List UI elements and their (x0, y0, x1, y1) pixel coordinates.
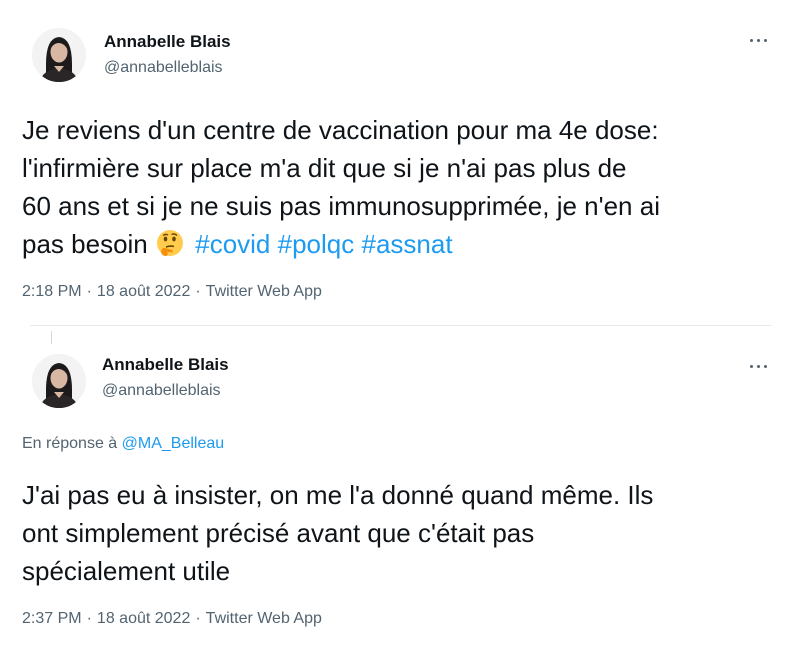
tweet-meta: 2:37 PM · 18 août 2022 · Twitter Web App (22, 610, 322, 628)
more-options-icon[interactable] (746, 30, 776, 50)
author-name[interactable]: Annabelle Blais (104, 32, 231, 52)
tweet-time[interactable]: 2:37 PM (22, 610, 82, 627)
tweet-text-line: l'infirmière sur place m'a dit que si je… (22, 153, 627, 183)
hashtag-link[interactable]: #covid (195, 229, 270, 259)
tweet-text: Je reviens d'un centre de vaccination po… (22, 111, 660, 263)
tweet-divider (30, 325, 772, 326)
hashtag-link[interactable]: #assnat (361, 229, 452, 259)
reply-context: En réponse à @MA_Belleau (22, 435, 224, 453)
tweet-time[interactable]: 2:18 PM (22, 283, 82, 300)
tweet-text-line: 60 ans et si je ne suis pas immunosuppri… (22, 191, 660, 221)
meta-separator: · (195, 610, 201, 627)
meta-separator: · (195, 283, 201, 300)
tweet-date[interactable]: 18 août 2022 (97, 610, 190, 627)
meta-separator: · (86, 610, 92, 627)
tweet-1[interactable]: Annabelle Blais @annabelleblais Je revie… (0, 0, 800, 328)
tweet-text-line: Je reviens d'un centre de vaccination po… (22, 115, 659, 145)
reply-prefix: En réponse à (22, 435, 118, 452)
thinking-face-emoji (155, 228, 185, 258)
hashtag-link[interactable]: #polqc (278, 229, 355, 259)
more-options-icon[interactable] (746, 356, 776, 376)
tweet-text: J'ai pas eu à insister, on me l'a donné … (22, 476, 653, 590)
author-handle[interactable]: @annabelleblais (102, 382, 221, 400)
tweet-meta: 2:18 PM · 18 août 2022 · Twitter Web App (22, 283, 322, 301)
tweet-date[interactable]: 18 août 2022 (97, 283, 190, 300)
avatar[interactable] (32, 28, 86, 82)
author-handle[interactable]: @annabelleblais (104, 59, 223, 77)
reply-mention-link[interactable]: @MA_Belleau (122, 435, 225, 452)
tweet-text-last-line: pas besoin #covid #polqc #assnat (22, 225, 660, 263)
tweet-2[interactable]: Annabelle Blais @annabelleblais En répon… (0, 330, 800, 648)
tweet-text-line: pas besoin (22, 229, 148, 259)
tweet-text-line: ont simplement précisé avant que c'était… (22, 518, 535, 548)
tweet-source[interactable]: Twitter Web App (206, 610, 322, 627)
tweet-text-line: J'ai pas eu à insister, on me l'a donné … (22, 480, 654, 510)
tweet-text-line: spécialement utile (22, 556, 231, 586)
tweet-source[interactable]: Twitter Web App (206, 283, 322, 300)
avatar[interactable] (32, 354, 86, 408)
author-name[interactable]: Annabelle Blais (102, 355, 229, 375)
meta-separator: · (86, 283, 92, 300)
